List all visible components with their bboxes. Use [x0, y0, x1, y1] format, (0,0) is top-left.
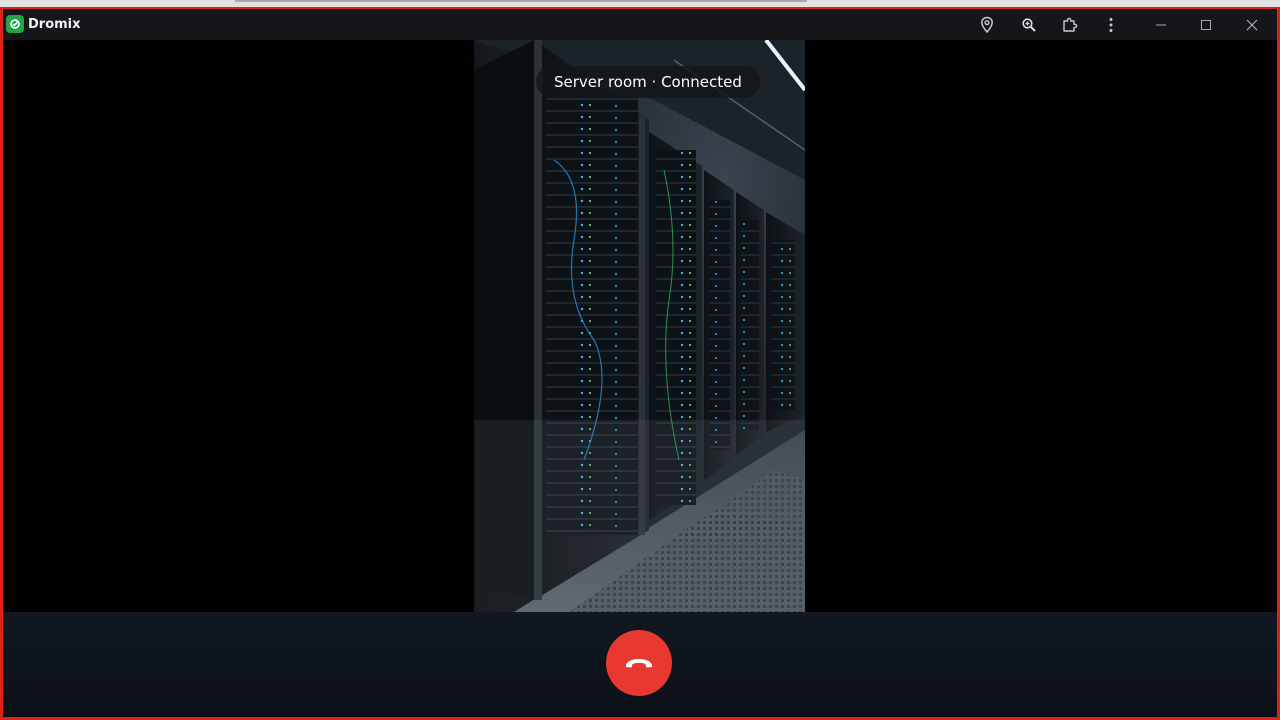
close-icon: [1246, 19, 1258, 31]
phone-hangup-icon: [626, 659, 652, 668]
top-scroll-strip: [235, 0, 807, 2]
app-window: Dromix Server room · Connected: [0, 7, 1280, 720]
minimize-button[interactable]: [1147, 13, 1175, 37]
hang-up-button[interactable]: [606, 630, 672, 696]
maximize-button[interactable]: [1192, 13, 1220, 37]
close-button[interactable]: [1238, 13, 1266, 37]
extensions-button[interactable]: [1056, 13, 1084, 37]
server-room-video-frame: [474, 40, 805, 612]
extension-puzzle-icon: [1063, 17, 1078, 32]
zoom-button[interactable]: [1015, 13, 1043, 37]
maximize-icon: [1201, 20, 1211, 30]
location-button[interactable]: [973, 13, 1001, 37]
location-pin-icon: [981, 16, 993, 34]
title-bar: Dromix: [3, 9, 1277, 40]
more-vertical-icon: [1109, 18, 1113, 32]
call-controls-bar: [3, 612, 1277, 717]
remote-video-feed: Server room · Connected: [474, 40, 805, 612]
call-status-pill: Server room · Connected: [536, 66, 760, 98]
minimize-icon: [1156, 24, 1166, 26]
zoom-in-icon: [1022, 18, 1036, 32]
app-logo-icon: [6, 15, 24, 33]
more-options-button[interactable]: [1097, 13, 1125, 37]
app-title: Dromix: [28, 17, 81, 32]
video-stage: Server room · Connected: [3, 40, 1277, 612]
